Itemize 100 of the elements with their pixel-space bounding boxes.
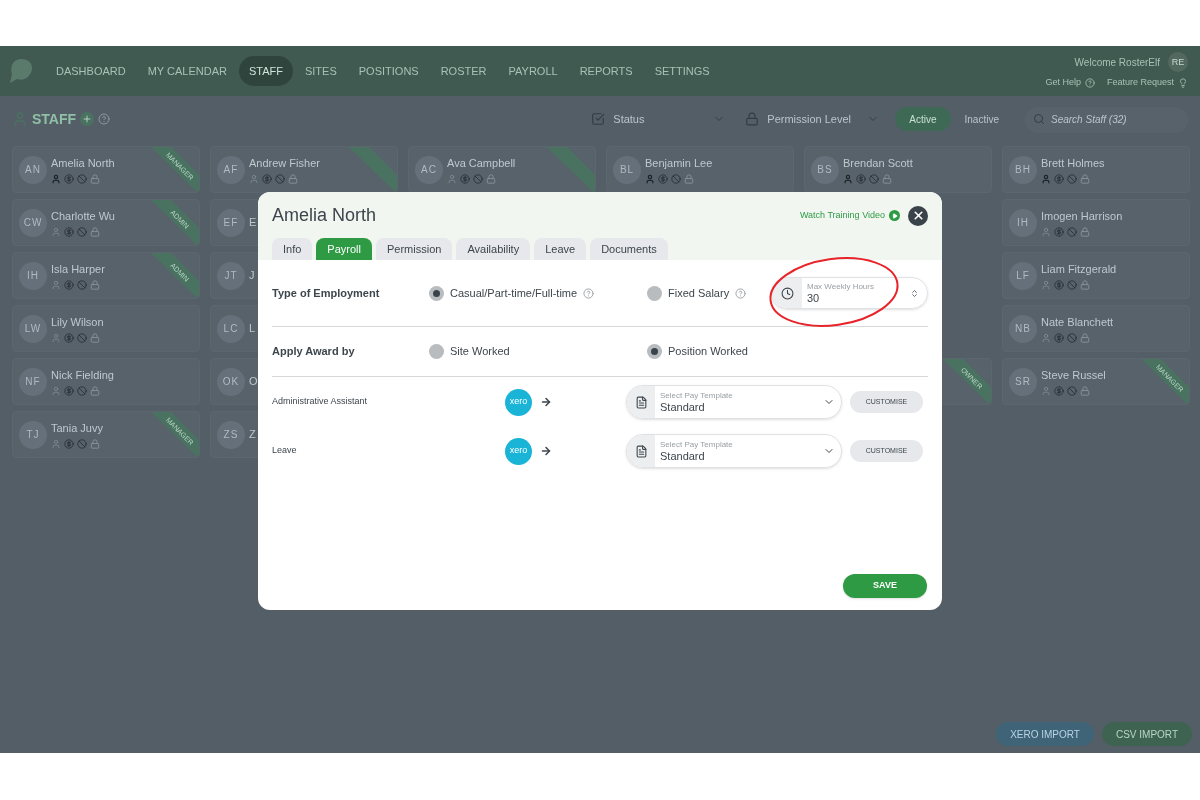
nav-item[interactable]: MY CALENDAR (137, 55, 237, 87)
avatar: AF (217, 155, 245, 184)
staff-name: Brendan Scott (843, 156, 913, 172)
staff-card[interactable]: BH Brett Holmes (1002, 146, 1190, 193)
lock-icon (486, 173, 496, 184)
radio-button[interactable] (647, 344, 662, 359)
staff-card[interactable]: NF Nick Fielding (12, 358, 200, 405)
dollar-icon (1054, 279, 1064, 290)
nav-item[interactable]: REPORTS (569, 55, 643, 87)
lock-icon (288, 173, 298, 184)
lock-icon (745, 112, 760, 126)
radio-label: Position Worked (668, 344, 748, 360)
avatar: IH (1009, 208, 1037, 237)
xero-logo: xero (505, 388, 532, 416)
staff-name: Nick Fielding (51, 368, 114, 384)
lock-icon (1080, 173, 1090, 184)
clock-icon (780, 286, 794, 300)
staff-card[interactable]: IH Imogen Harrison (1002, 199, 1190, 246)
field-value: Standard (660, 450, 706, 462)
field-label: Apply Award by (272, 344, 356, 360)
dialog-tab[interactable]: Documents (590, 238, 668, 260)
nav-item[interactable]: SETTINGS (644, 55, 720, 87)
feature-request-link[interactable]: Feature Request (1106, 76, 1174, 90)
blocked-icon (671, 173, 681, 184)
staff-card[interactable]: LW Lily Wilson (12, 305, 200, 352)
close-button[interactable] (908, 205, 928, 226)
dollar-icon (64, 226, 74, 237)
lock-icon (90, 332, 100, 343)
staff-card[interactable]: BS Brendan Scott (804, 146, 992, 193)
nav-item[interactable]: PAYROLL (498, 55, 568, 87)
avatar: AC (415, 155, 443, 184)
dialog-title: Amelia North (272, 204, 377, 227)
blocked-icon (77, 226, 87, 237)
xero-logo: xero (505, 437, 532, 465)
dialog-tab[interactable]: Permission (376, 238, 453, 260)
staff-name: Amelia North (51, 156, 115, 172)
staff-name: O (249, 374, 258, 390)
staff-card[interactable]: AF Andrew Fisher (210, 146, 398, 193)
dialog-tab[interactable]: Payroll (316, 238, 372, 260)
filter-dropdown[interactable]: Status (587, 106, 730, 132)
staff-name: Brett Holmes (1041, 156, 1105, 172)
avatar: SR (1009, 367, 1037, 396)
help-icon (98, 113, 111, 125)
watch-video-link[interactable]: Watch Training Video (799, 208, 885, 223)
blocked-icon (869, 173, 879, 184)
blocked-icon (77, 332, 87, 343)
dollar-icon (1054, 332, 1064, 343)
dialog-tab[interactable]: Info (272, 238, 313, 260)
staff-name: Lily Wilson (51, 315, 104, 331)
dialog-tab[interactable]: Leave (534, 238, 587, 260)
nav-item[interactable]: DASHBOARD (46, 55, 136, 87)
dollar-icon (64, 438, 74, 449)
avatar: BH (1009, 155, 1037, 184)
staff-card[interactable]: NB Nate Blanchett (1002, 305, 1190, 352)
user-avatar[interactable]: RE (1168, 52, 1188, 73)
dollar-icon (64, 385, 74, 396)
staff-name: Imogen Harrison (1041, 209, 1123, 225)
radio-button[interactable] (429, 344, 444, 359)
radio-button[interactable] (429, 285, 444, 301)
status-toggle[interactable]: Inactive (950, 107, 1013, 131)
field-floating-label: Select Pay Template (660, 440, 733, 449)
radio-button[interactable] (647, 285, 662, 301)
blocked-icon (1067, 173, 1077, 184)
blocked-icon (1067, 385, 1077, 396)
avatar: NB (1009, 314, 1037, 343)
staff-card[interactable]: AC Ava Campbell (408, 146, 596, 193)
blocked-icon (77, 173, 87, 184)
import-button[interactable]: CSV IMPORT (1101, 722, 1192, 746)
staff-name: Andrew Fisher (249, 156, 320, 172)
dollar-icon (262, 173, 272, 184)
nav-item[interactable]: POSITIONS (348, 55, 429, 87)
dollar-icon (1054, 226, 1064, 237)
nav-item[interactable]: STAFF (238, 55, 293, 87)
avatar: OK (217, 367, 245, 396)
field-floating-label: Max Weekly Hours (807, 282, 874, 291)
import-button[interactable]: XERO IMPORT (996, 722, 1094, 746)
status-toggle[interactable]: Active (895, 107, 951, 131)
blocked-icon (1067, 279, 1077, 290)
search-field[interactable]: Search Staff (32) (1025, 106, 1188, 133)
avatar: TJ (19, 420, 47, 449)
field-label: Type of Employment (272, 285, 381, 301)
dialog-tab[interactable]: Availability (456, 238, 531, 260)
lock-icon (1080, 385, 1090, 396)
file-icon (634, 395, 648, 409)
blocked-icon (473, 173, 483, 184)
save-button[interactable]: SAVE (843, 574, 927, 598)
logo-icon (8, 56, 34, 86)
avatar: NF (19, 367, 47, 396)
filter-dropdown[interactable]: Permission Level (741, 106, 884, 132)
avatar: AN (19, 155, 47, 184)
nav-item[interactable]: ROSTER (430, 55, 497, 87)
dollar-icon (460, 173, 470, 184)
staff-name: Isla Harper (51, 262, 105, 278)
staff-name: Benjamin Lee (645, 156, 713, 172)
spinner-icon[interactable] (910, 288, 919, 298)
staff-card[interactable]: BL Benjamin Lee (606, 146, 794, 193)
get-help-link[interactable]: Get Help (1045, 76, 1081, 90)
staff-name: E (249, 215, 257, 231)
staff-card[interactable]: LF Liam Fitzgerald (1002, 252, 1190, 299)
nav-item[interactable]: SITES (294, 55, 347, 87)
